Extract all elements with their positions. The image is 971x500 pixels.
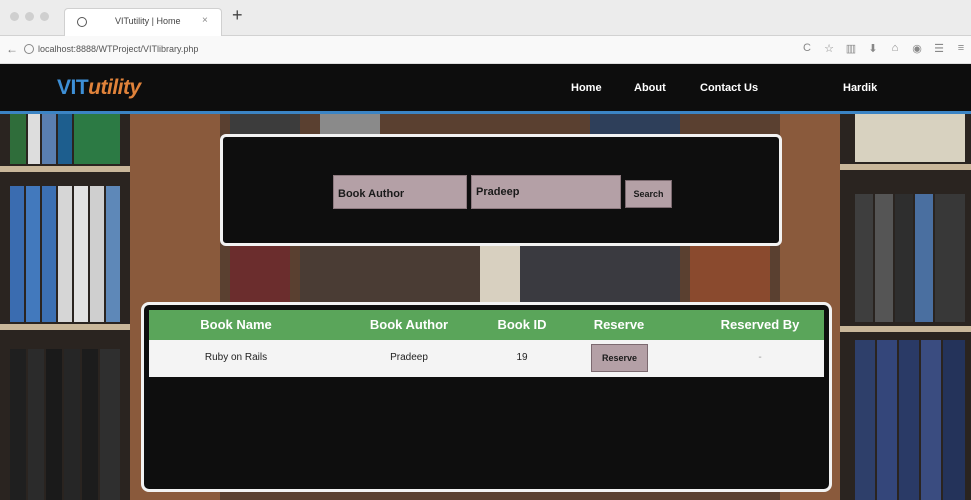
book-spine <box>520 246 680 302</box>
book-spine <box>300 246 480 302</box>
book-spine <box>855 340 875 500</box>
toolbar-icons: C ☆ ▥ ⬇ ⌂ ◉ ☰ ≡ <box>801 42 967 55</box>
book-spine <box>690 246 770 302</box>
reserve-button[interactable]: Reserve <box>591 344 648 372</box>
book-spine <box>42 114 56 164</box>
shelf-plank <box>840 164 971 170</box>
window-controls[interactable] <box>10 12 49 21</box>
book-spine <box>74 186 88 322</box>
menu-icon[interactable]: ≡ <box>955 42 967 55</box>
book-spine <box>100 349 120 500</box>
column-header-reserve: Reserve <box>593 317 645 332</box>
nav-about[interactable]: About <box>634 82 666 94</box>
book-spine <box>855 194 873 322</box>
reload-icon[interactable]: C <box>801 42 813 55</box>
book-spine <box>899 340 919 500</box>
book-spine <box>921 340 941 500</box>
search-field-select[interactable]: Book Author <box>333 175 467 209</box>
book-spine <box>28 349 44 500</box>
url-field[interactable]: localhost:8888/WTProject/VITlibrary.php <box>38 44 198 54</box>
table-header: Book Name Book Author Book ID Reserve Re… <box>149 310 824 340</box>
address-bar: ← localhost:8888/WTProject/VITlibrary.ph… <box>0 36 971 64</box>
book-spine <box>58 186 72 322</box>
tab-title: VITutility | Home <box>115 16 181 26</box>
search-input[interactable] <box>471 175 621 209</box>
book-spine <box>943 340 965 500</box>
book-spine <box>26 186 40 322</box>
book-spine <box>46 349 62 500</box>
book-spine <box>42 186 56 322</box>
column-header-book-name: Book Name <box>200 317 272 332</box>
chat-icon[interactable]: ☰ <box>933 42 945 55</box>
browser-tab[interactable]: VITutility | Home × <box>64 8 222 36</box>
nav-home[interactable]: Home <box>571 82 602 94</box>
shield-icon[interactable]: ◉ <box>911 42 923 55</box>
book-spine <box>82 349 98 500</box>
book-spine <box>895 194 913 322</box>
cell-reserved-by: - <box>758 352 762 363</box>
search-button[interactable]: Search <box>625 180 672 208</box>
book-spine <box>877 340 897 500</box>
cell-book-author: Pradeep <box>390 352 428 363</box>
book-spine <box>230 246 290 302</box>
library-icon[interactable]: ▥ <box>845 42 857 55</box>
close-icon[interactable]: × <box>202 15 208 26</box>
shelf-plank <box>840 326 971 332</box>
book-spine <box>480 246 520 302</box>
book-spine <box>855 114 965 162</box>
search-panel: Book Author Search <box>220 134 782 246</box>
logo-vit: VIT <box>57 76 89 99</box>
book-spine <box>64 349 80 500</box>
home-icon[interactable]: ⌂ <box>889 42 901 55</box>
back-icon[interactable]: ← <box>6 42 18 56</box>
new-tab-button[interactable]: + <box>232 6 243 24</box>
shelf-plank <box>0 324 130 330</box>
book-spine <box>915 194 933 322</box>
book-spine <box>10 186 24 322</box>
book-spine <box>28 114 40 164</box>
nav-contact-us[interactable]: Contact Us <box>700 82 758 94</box>
book-spine <box>230 114 300 134</box>
book-spine <box>875 194 893 322</box>
column-header-book-author: Book Author <box>369 317 449 332</box>
shelf-plank <box>0 166 130 172</box>
column-header-book-id: Book ID <box>497 317 547 332</box>
book-spine <box>935 194 965 322</box>
book-spine <box>590 114 680 134</box>
results-card: Book Name Book Author Book ID Reserve Re… <box>141 302 832 492</box>
star-icon[interactable]: ☆ <box>823 42 835 55</box>
book-spine <box>10 114 26 164</box>
book-spine <box>106 186 120 322</box>
nav-user-hardik[interactable]: Hardik <box>843 82 877 94</box>
site-navbar: VITutility Home About Contact Us Hardik <box>0 64 971 114</box>
table-row: Ruby on Rails Pradeep 19 Reserve - <box>149 340 824 377</box>
book-spine <box>320 114 380 134</box>
globe-icon <box>77 17 87 27</box>
cell-book-name: Ruby on Rails <box>204 352 268 363</box>
book-spine <box>90 186 104 322</box>
browser-tab-bar: VITutility | Home × + <box>0 0 971 36</box>
cell-book-id: 19 <box>516 352 528 363</box>
site-logo[interactable]: VITutility <box>57 76 141 100</box>
logo-utility: utility <box>88 76 141 99</box>
book-spine <box>74 114 120 164</box>
download-icon[interactable]: ⬇ <box>867 42 879 55</box>
book-spine <box>58 114 72 164</box>
column-header-reserved-by: Reserved By <box>720 317 800 332</box>
info-icon[interactable] <box>24 44 34 54</box>
book-spine <box>10 349 26 500</box>
